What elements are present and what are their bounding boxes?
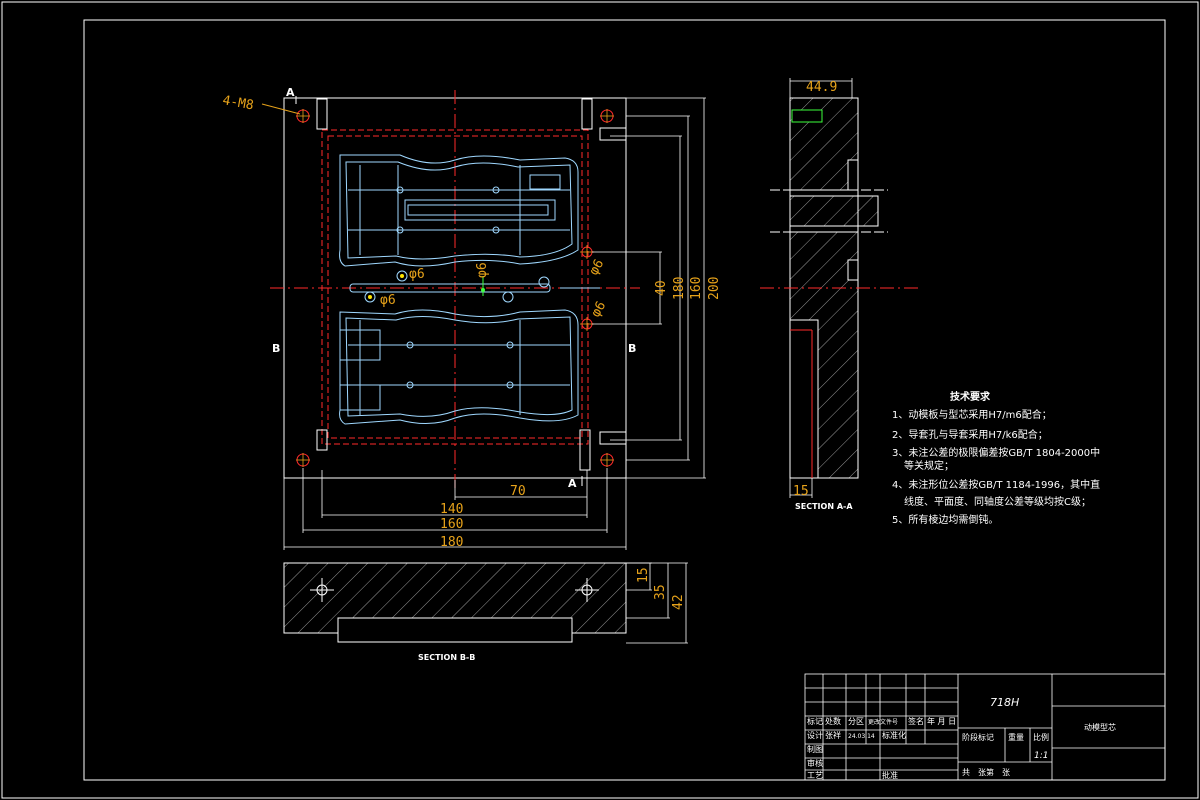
section-mark-b-left: B (272, 342, 280, 355)
thread-callout: 4-M8 (221, 93, 254, 113)
tech-req-4: 4、未注形位公差按GB/T 1184-1996，其中直 (892, 478, 1100, 491)
dim-44-9: 44.9 (806, 80, 837, 95)
section-aa-label: SECTION A-A (795, 502, 853, 511)
tb-approve: 批准 (882, 770, 898, 780)
dim-200: 200 (707, 277, 722, 300)
dim-42: 42 (671, 594, 686, 610)
dim-35: 35 (653, 584, 668, 600)
tb-change: 更改文件号 (868, 718, 898, 726)
dim-15-bb: 15 (636, 567, 651, 583)
tech-req-5: 5、所有棱边均需倒钝。 (892, 513, 998, 526)
dim-160-vertical: 160 (689, 277, 704, 300)
tb-stage: 阶段标记 (962, 732, 994, 742)
dim-70: 70 (510, 484, 526, 499)
tb-scale-label: 比例 (1033, 732, 1049, 742)
tech-req-1: 1、动模板与型芯采用H7/m6配合； (892, 408, 1052, 421)
section-bb-view (283, 562, 627, 643)
section-mark-a-top: A (286, 86, 295, 99)
dim-160: 160 (440, 517, 463, 532)
tb-std: 标准化 (882, 730, 906, 740)
cad-drawing: A A B B 4-M8 φ6 φ6 φ6 φ6 φ6 40 180 160 2… (1, 1, 1199, 799)
dim-40: 40 (654, 280, 669, 296)
tech-req-4b: 线度、平面度、同轴度公差等级均按C级； (904, 495, 1091, 508)
tb-date: 24.03.14 (848, 733, 875, 740)
dim-phi6-e: φ6 (588, 299, 609, 320)
section-mark-a-bottom: A (568, 477, 577, 490)
tb-material: 718H (990, 696, 1019, 709)
tb-weight: 重量 (1008, 732, 1024, 742)
tb-mark: 标记 (807, 716, 823, 726)
dim-180-horizontal: 180 (440, 535, 463, 550)
tb-date-header: 年 月 日 (927, 716, 956, 726)
tech-req-3: 3、未注公差的极限偏差按GB/T 1804-2000中 (892, 446, 1100, 459)
dim-180-vertical: 180 (672, 277, 687, 300)
upper-part-outline (339, 154, 579, 267)
technical-requirements: 技术要求 1、动模板与型芯采用H7/m6配合； 2、导套孔与导套采用H7/k6配… (892, 390, 1100, 526)
dim-15-aa: 15 (793, 484, 809, 499)
section-mark-b-right: B (628, 342, 636, 355)
dim-phi6-b: φ6 (380, 293, 396, 308)
tb-process: 工艺 (807, 771, 823, 780)
tb-sign: 签名 (908, 716, 924, 726)
top-view (270, 90, 640, 490)
tb-count: 处数 (825, 716, 841, 726)
tb-part-name: 动模型芯 (1084, 722, 1116, 732)
dim-phi6-c: φ6 (475, 262, 490, 278)
dim-phi6-d: φ6 (586, 257, 607, 278)
tb-scale: 1:1 (1034, 751, 1048, 761)
tb-drawn: 制图 (807, 744, 823, 754)
section-aa-view (760, 97, 920, 479)
tb-check: 审核 (807, 758, 823, 768)
drawing-border (83, 19, 1166, 781)
tb-sheets: 共 张第 张 (962, 767, 1010, 777)
tech-req-2: 2、导套孔与导套采用H7/k6配合； (892, 428, 1048, 441)
tech-req-3b: 等关规定； (904, 459, 954, 472)
lower-part-outline (339, 309, 579, 425)
dim-140: 140 (440, 502, 463, 517)
tech-req-title: 技术要求 (950, 390, 991, 403)
dim-phi6-a: φ6 (409, 267, 425, 282)
section-bb-label: SECTION B-B (418, 653, 475, 662)
tb-design: 设计 (807, 730, 823, 740)
tb-zone: 分区 (848, 717, 864, 726)
tb-designer: 张祥 (825, 730, 841, 740)
outer-frame (1, 1, 1199, 799)
